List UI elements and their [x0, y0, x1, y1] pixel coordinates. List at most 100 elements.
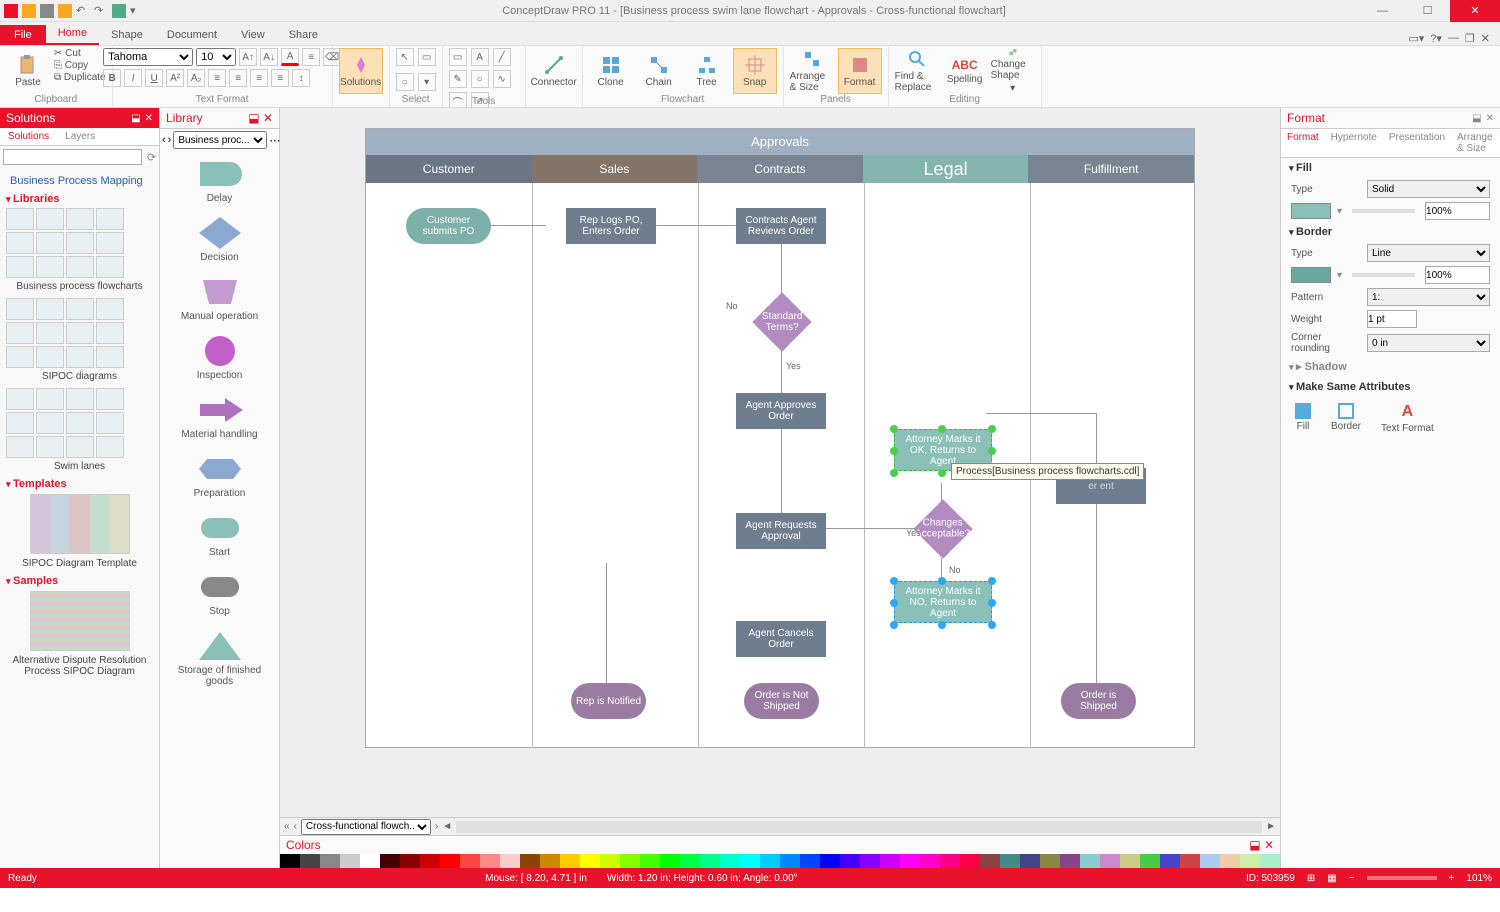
color-swatch[interactable]	[1060, 854, 1080, 868]
color-swatch[interactable]	[800, 854, 820, 868]
close-button[interactable]: ✕	[1450, 0, 1500, 22]
color-swatch[interactable]	[1020, 854, 1040, 868]
zoom-out-icon[interactable]: −	[1349, 873, 1355, 884]
status-snap-icon[interactable]: ⊞	[1307, 873, 1315, 884]
shape-manual[interactable]: Manual operation	[164, 273, 275, 322]
minimize-ribbon-icon[interactable]: —	[1448, 32, 1459, 45]
fill-section[interactable]: Fill	[1281, 158, 1500, 178]
color-swatch[interactable]	[840, 854, 860, 868]
minimize-button[interactable]: —	[1360, 0, 1405, 22]
fill-color-swatch[interactable]	[1291, 203, 1331, 219]
font-color-button[interactable]: A	[281, 48, 299, 66]
border-pattern-select[interactable]: 1:	[1367, 288, 1490, 306]
status-grid-icon[interactable]: ▦	[1327, 873, 1336, 884]
lasso-tool[interactable]: ○	[396, 73, 414, 91]
color-swatch[interactable]	[980, 854, 1000, 868]
format-tab-hypernote[interactable]: Hypernote	[1325, 129, 1383, 157]
arrange-button[interactable]: Arrange & Size	[790, 48, 834, 94]
makesame-section[interactable]: Make Same Attributes	[1281, 377, 1500, 397]
pencil-tool[interactable]: ✎	[449, 70, 467, 88]
tree-button[interactable]: Tree	[685, 48, 729, 94]
color-swatch[interactable]	[400, 854, 420, 868]
node-attorney-no[interactable]: Attorney Marks it NO, Returns to Agent	[894, 581, 992, 623]
border-weight-input[interactable]	[1367, 310, 1417, 328]
color-swatch[interactable]	[380, 854, 400, 868]
shape-inspection[interactable]: Inspection	[164, 332, 275, 381]
color-swatch[interactable]	[700, 854, 720, 868]
zoom-in-icon[interactable]: +	[1449, 873, 1455, 884]
grow-font-button[interactable]: A↑	[239, 48, 257, 66]
color-swatch[interactable]	[1120, 854, 1140, 868]
hscrollbar[interactable]	[456, 821, 1262, 833]
duplicate-button[interactable]: ⧉ Duplicate	[54, 72, 106, 83]
color-swatch[interactable]	[1200, 854, 1220, 868]
color-swatch[interactable]	[660, 854, 680, 868]
node-contracts-review[interactable]: Contracts Agent Reviews Order	[736, 208, 826, 244]
color-swatch[interactable]	[300, 854, 320, 868]
restore-window-icon[interactable]: ❐	[1465, 32, 1475, 45]
paste-button[interactable]: Paste	[6, 48, 50, 94]
fill-type-select[interactable]: Solid	[1367, 180, 1490, 198]
node-agent-requests[interactable]: Agent Requests Approval	[736, 513, 826, 549]
align-center-button[interactable]: ≡	[229, 69, 247, 87]
template-thumb[interactable]	[30, 494, 130, 554]
underline-button[interactable]: U	[145, 69, 163, 87]
color-swatch[interactable]	[560, 854, 580, 868]
attr-border-button[interactable]: Border	[1331, 403, 1361, 434]
color-swatch[interactable]	[720, 854, 740, 868]
color-swatch[interactable]	[360, 854, 380, 868]
text-tool[interactable]: A	[471, 48, 489, 66]
align-left-button[interactable]: ≡	[208, 69, 226, 87]
border-section[interactable]: Border	[1281, 222, 1500, 242]
color-swatch[interactable]	[1160, 854, 1180, 868]
node-customer-po[interactable]: Customer submits PO	[406, 208, 491, 244]
cut-button[interactable]: ✂ Cut	[54, 48, 106, 59]
qat-more-icon[interactable]: ▾	[130, 4, 144, 18]
tab-view[interactable]: View	[229, 25, 277, 45]
color-swatch[interactable]	[860, 854, 880, 868]
templates-section[interactable]: Templates	[6, 478, 153, 490]
color-swatch[interactable]	[1260, 854, 1280, 868]
color-swatch[interactable]	[640, 854, 660, 868]
find-replace-button[interactable]: Find & Replace	[895, 48, 939, 94]
color-swatch[interactable]	[1140, 854, 1160, 868]
node-shipped[interactable]: Order is Shipped	[1061, 683, 1136, 719]
lib-next-icon[interactable]: ›	[168, 134, 172, 146]
node-rep-logs[interactable]: Rep Logs PO, Enters Order	[566, 208, 656, 244]
color-swatch[interactable]	[1240, 854, 1260, 868]
lane-fulfillment[interactable]: Fulfillment	[1028, 155, 1194, 183]
italic-button[interactable]: I	[124, 69, 142, 87]
shape-stop[interactable]: Stop	[164, 568, 275, 617]
canvas-scroll[interactable]: Approvals Customer Sales Contracts Legal…	[280, 108, 1280, 817]
solutions-search[interactable]	[3, 149, 142, 165]
color-swatch[interactable]	[960, 854, 980, 868]
format-tab-arrange[interactable]: Arrange & Size	[1451, 129, 1500, 157]
corner-rounding-select[interactable]: 0 in	[1367, 334, 1490, 352]
library-dropdown[interactable]: Business proc...	[173, 131, 267, 149]
highlight-button[interactable]: ≡	[302, 48, 320, 66]
format-tab-format[interactable]: Format	[1281, 129, 1325, 157]
color-swatch[interactable]	[740, 854, 760, 868]
format-close-icon[interactable]: ✕	[1486, 113, 1494, 124]
line-tool[interactable]: ╱	[493, 48, 511, 66]
fill-opacity-slider[interactable]	[1352, 209, 1415, 213]
shape-delay[interactable]: Delay	[164, 155, 275, 204]
curve-tool[interactable]: ∿	[493, 70, 511, 88]
lib-thumb-3[interactable]: Swim lanes	[6, 461, 153, 472]
clone-button[interactable]: Clone	[589, 48, 633, 94]
node-agent-cancels[interactable]: Agent Cancels Order	[736, 621, 826, 657]
color-swatch[interactable]	[420, 854, 440, 868]
subtab-solutions[interactable]: Solutions	[0, 128, 57, 145]
colors-pin-icon[interactable]: ⬓	[1249, 838, 1260, 852]
color-swatch[interactable]	[900, 854, 920, 868]
border-color-swatch[interactable]	[1291, 267, 1331, 283]
help-icon[interactable]: ?▾	[1430, 32, 1442, 45]
shape-prep[interactable]: Preparation	[164, 450, 275, 499]
color-swatch[interactable]	[580, 854, 600, 868]
color-swatch[interactable]	[440, 854, 460, 868]
connector-button[interactable]: Connector	[532, 48, 576, 94]
border-opacity-input[interactable]	[1425, 266, 1490, 284]
align-right-button[interactable]: ≡	[250, 69, 268, 87]
super-button[interactable]: A²	[166, 69, 184, 87]
pin-icon[interactable]: ⬓	[131, 113, 140, 124]
